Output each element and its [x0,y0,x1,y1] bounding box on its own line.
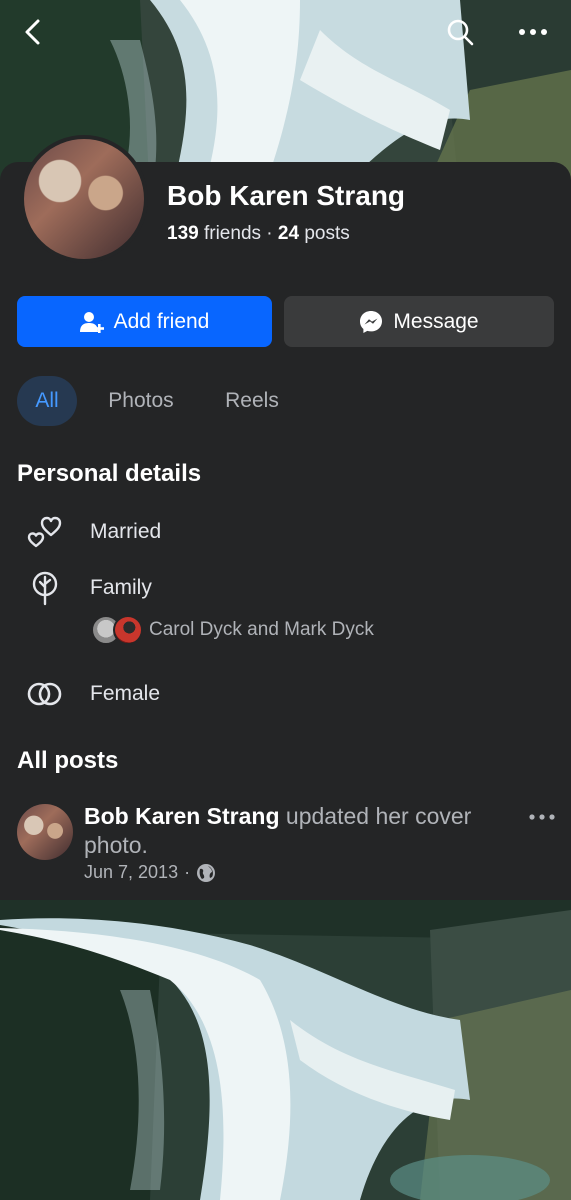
all-posts-title: All posts [17,747,119,774]
post-image[interactable] [0,900,571,1200]
detail-married-label: Married [90,520,162,543]
detail-gender-label: Female [90,682,161,705]
post-meta: Jun 7, 2013 · [84,862,216,883]
personal-details-title: Personal details [17,460,202,487]
tab-reels[interactable]: Reels [221,376,283,426]
search-icon[interactable] [440,12,480,52]
post-meta-dot: · [184,862,191,882]
gender-rings-icon [24,674,66,714]
top-bar [0,0,571,64]
more-horizontal-icon[interactable] [513,12,553,52]
profile-name: Bob Karen Strang [167,180,406,211]
more-horizontal-icon[interactable] [527,802,557,832]
detail-gender: Female [24,674,564,714]
detail-family-label: Family [90,576,152,599]
post-author[interactable]: Bob Karen Strang [84,803,280,829]
friends-label[interactable]: friends [204,223,261,244]
add-friend-label: Add friend [113,309,210,333]
message-button[interactable]: Message [284,296,554,347]
posts-count: 24 [277,223,300,244]
post-date[interactable]: Jun 7, 2013 [84,862,178,883]
family-members[interactable]: Carol Dyck and Mark Dyck [91,614,374,646]
chevron-left-icon[interactable] [13,12,53,52]
message-label: Message [393,309,479,333]
add-friend-icon [79,311,104,333]
avatar[interactable] [17,804,73,860]
post-text: Bob Karen Strang updated her cover photo… [84,802,504,860]
family-member-names[interactable]: Carol Dyck and Mark Dyck [149,619,374,641]
posts-label: posts [304,223,350,244]
detail-married: Married [24,512,564,552]
tab-all[interactable]: All [17,376,77,426]
avatar [113,615,143,645]
globe-icon [197,863,216,882]
messenger-icon [360,310,383,333]
hearts-icon [24,512,66,552]
add-friend-button[interactable]: Add friend [17,296,272,347]
avatar [24,139,144,259]
tab-photos[interactable]: Photos [105,376,177,426]
profile-avatar[interactable] [20,135,148,263]
profile-stats: 139 friends · 24 posts [167,223,350,245]
detail-family: Family [24,568,564,608]
family-tree-icon [24,568,66,608]
friends-count[interactable]: 139 [167,223,199,244]
stats-separator: · [266,223,273,244]
